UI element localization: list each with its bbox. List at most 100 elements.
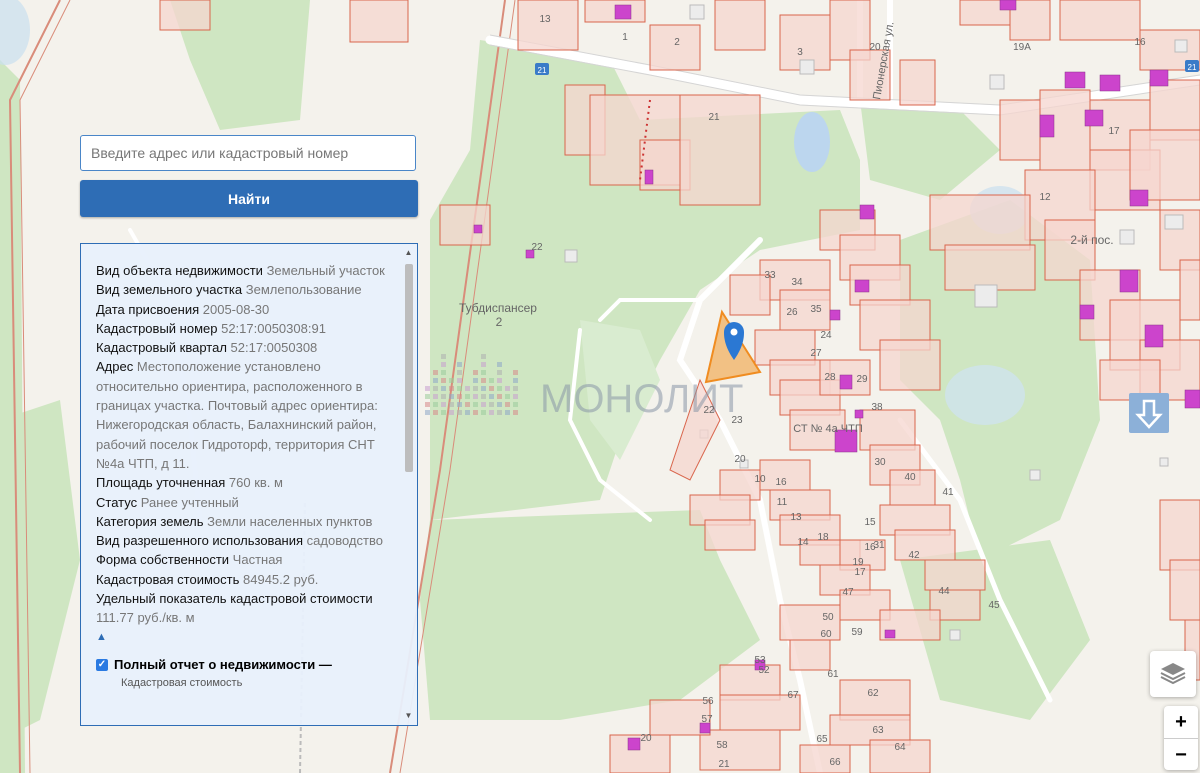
building [1084,109,1104,127]
map-label: 65 [816,734,828,745]
collapse-arrow-icon[interactable]: ▲ [96,628,396,647]
scroll-up-icon[interactable]: ▲ [403,248,414,258]
scrollbar[interactable]: ▲ ▼ [403,248,414,721]
map-label: 67 [787,690,799,701]
pond [945,365,1025,425]
info-row: Вид разрешенного использования садоводст… [96,531,396,550]
report-option[interactable]: ✓ Полный отчет о недвижимости — [96,655,396,674]
map-label: 21 [708,112,720,123]
map-label: 20 [640,733,652,744]
watermark-block [513,402,518,407]
building [1119,269,1139,293]
parcel [789,639,831,671]
watermark-block [441,386,446,391]
map-label: 66 [829,757,841,768]
info-row: Площадь уточненная 760 кв. м [96,473,396,492]
parcel [929,194,1031,251]
watermark-block [473,394,478,399]
parcel [1129,129,1200,201]
zoom-in-button[interactable]: + [1164,706,1198,739]
watermark-block [441,402,446,407]
info-label: Вид земельного участка [96,282,243,298]
watermark-block [489,378,494,383]
find-button[interactable]: Найти [80,180,418,217]
map-label: 56 [702,696,714,707]
download-button[interactable] [1129,393,1169,433]
parcel [439,204,491,246]
watermark-block [441,362,446,367]
info-label: Статус [96,494,138,510]
parcel [879,339,941,391]
building [1039,114,1055,138]
watermark-block [505,402,510,407]
building [614,4,632,20]
scroll-down-icon[interactable]: ▼ [403,711,414,721]
watermark-block [497,402,502,407]
map-label: 33 [764,270,776,281]
info-row: Форма собственности Частная [96,550,396,569]
structure [799,59,815,75]
map-label: 21 [718,759,730,770]
parcel [729,274,771,316]
parcel [349,0,409,43]
info-panel[interactable]: Вид объекта недвижимости Земельный участ… [80,243,418,726]
map-label: 19А [1013,42,1031,53]
zoom-out-button[interactable]: − [1164,739,1198,771]
watermark-block [489,402,494,407]
road-badge: 21 [535,63,549,75]
info-row: Кадастровый номер 52:17:0050308:91 [96,319,396,338]
info-row: Кадастровая стоимость 84945.2 руб. [96,570,396,589]
parcel [899,59,936,106]
map-label: 60 [820,629,832,640]
map-label: 20 [869,42,881,53]
map-label: 61 [827,669,839,680]
watermark-block [481,370,486,375]
info-value: Земельный участок [266,263,385,278]
watermark-block [433,378,438,383]
map-label: 42 [908,550,920,561]
map-label: 53 [754,655,766,666]
info-value: 111.77 руб./кв. м [96,610,195,626]
building [627,737,641,751]
watermark-block [433,402,438,407]
map-label: 16 [775,477,787,488]
structure [689,4,705,20]
watermark-block [457,370,462,375]
watermark-block [489,394,494,399]
watermark-block [473,410,478,415]
building [1144,324,1164,348]
watermark-block [441,354,446,359]
map-label: 11 [777,497,788,508]
building [1099,74,1121,92]
layers-button[interactable] [1150,651,1196,697]
info-row: Вид объекта недвижимости Земельный участ… [96,261,396,280]
map-label: 2-й пос. [1070,233,1113,247]
watermark-block [481,362,486,367]
map-label: 23 [731,415,743,426]
info-row: Категория земель Земли населенных пункто… [96,512,396,531]
map-label: 41 [942,487,954,498]
parcel [799,744,851,773]
info-value: 52:17:0050308 [230,340,318,356]
map-label: 2 [496,315,503,329]
map-label: 40 [904,472,916,483]
watermark-block [497,370,502,375]
watermark-block [513,386,518,391]
map-label: 30 [874,457,886,468]
map-label: 34 [791,277,803,288]
info-value: 52:17:0050308:91 [221,320,326,336]
map-label: 59 [851,627,863,638]
map-label: 1 [622,32,628,43]
watermark-block [441,394,446,399]
watermark-block [513,410,518,415]
checkbox-icon[interactable]: ✓ [96,658,108,671]
scroll-thumb[interactable] [405,264,413,472]
search-input[interactable] [80,135,416,171]
map-label: 64 [894,742,906,753]
building [854,279,870,293]
structure [564,249,578,263]
map-label: 2 [674,37,680,48]
building [829,309,841,321]
layers-icon [1160,663,1186,685]
watermark-block [465,402,470,407]
